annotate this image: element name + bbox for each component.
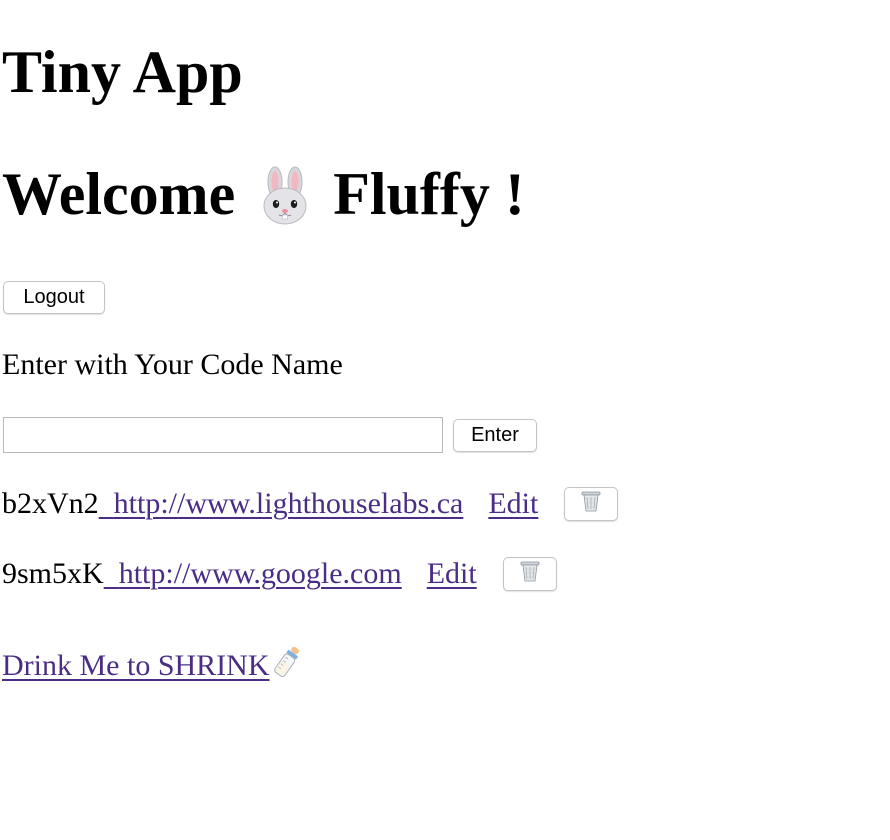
delete-button[interactable]	[502, 557, 557, 591]
shrink-link[interactable]: Drink Me to SHRINK	[2, 646, 304, 686]
short-url-code: 9sm5xK	[2, 557, 104, 590]
long-url-link[interactable]: http://www.google.com	[104, 557, 402, 591]
baby-bottle-icon	[270, 644, 304, 680]
shrink-link-text: Drink Me to SHRINK	[2, 649, 270, 682]
url-row: b2xVn2 http://www.lighthouselabs.ca Edit	[2, 486, 619, 522]
trash-can-icon	[580, 489, 602, 519]
edit-link[interactable]: Edit	[427, 557, 477, 591]
enter-button[interactable]: Enter	[453, 419, 537, 452]
url-row: 9sm5xK http://www.google.com Edit	[2, 556, 557, 592]
app-title: Tiny App	[2, 39, 243, 105]
welcome-heading: Welcome Fluffy !	[2, 158, 525, 230]
short-url-code: b2xVn2	[2, 487, 99, 520]
edit-link[interactable]: Edit	[488, 487, 538, 521]
rabbit-face-icon	[255, 166, 315, 226]
long-url-text: http://www.google.com	[118, 557, 402, 590]
long-url-link[interactable]: http://www.lighthouselabs.ca	[99, 487, 464, 521]
welcome-prefix: Welcome	[2, 161, 236, 227]
user-name: Fluffy !	[333, 161, 525, 227]
trash-can-icon	[519, 559, 541, 589]
logout-button[interactable]: Logout	[3, 281, 105, 314]
delete-button[interactable]	[564, 487, 619, 521]
code-name-input[interactable]	[3, 417, 443, 453]
code-name-prompt: Enter with Your Code Name	[2, 348, 343, 381]
long-url-text: http://www.lighthouselabs.ca	[113, 487, 464, 520]
